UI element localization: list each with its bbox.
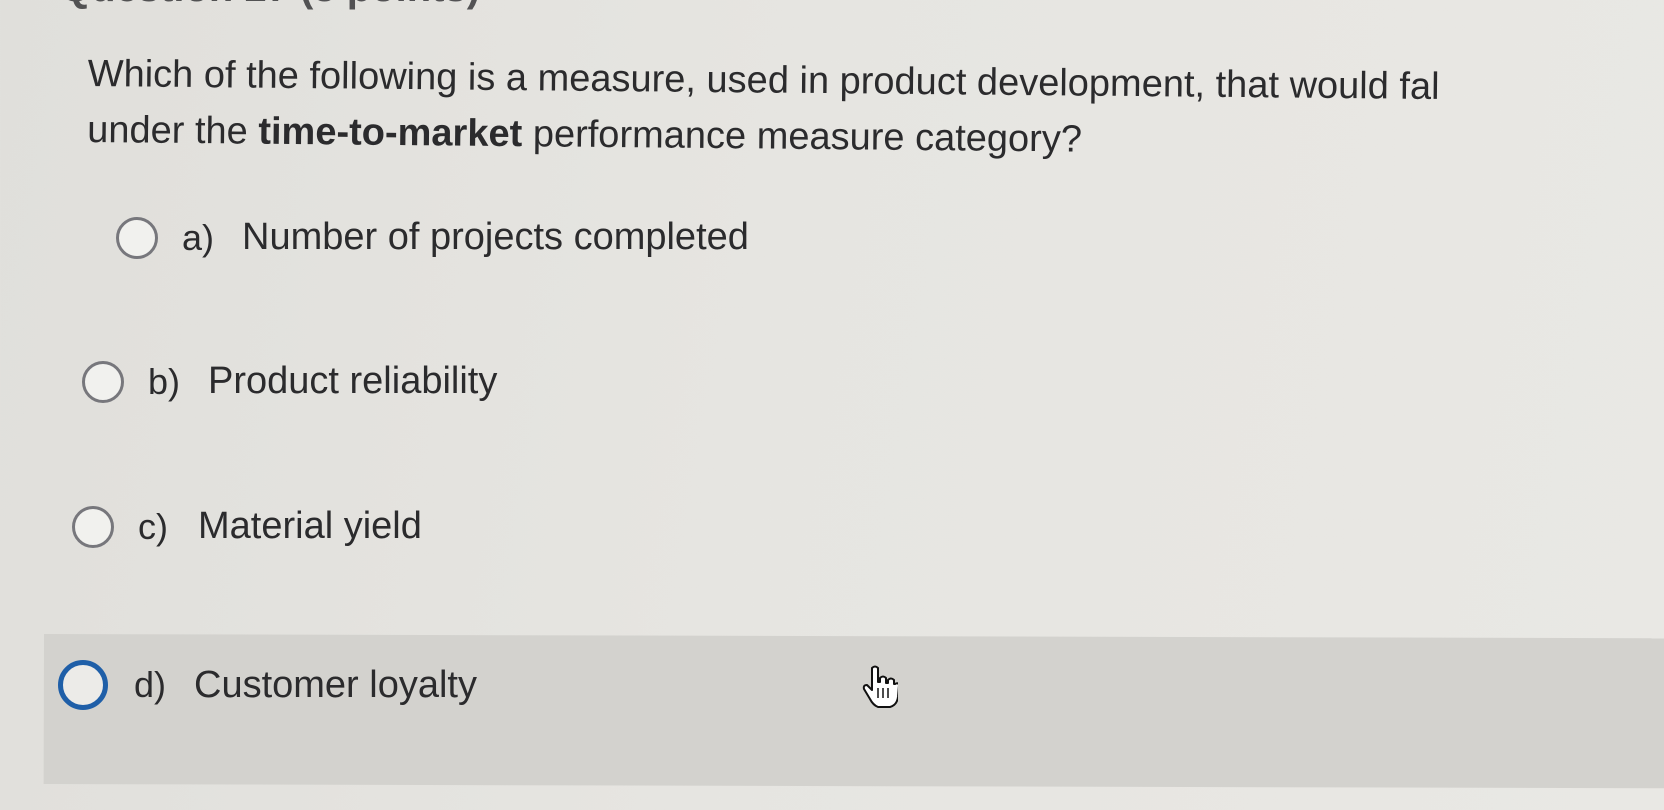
option-letter: c) [138,505,168,547]
radio-button-icon[interactable] [58,660,108,710]
option-label[interactable]: Material yield [198,505,422,548]
option-d[interactable]: d) Customer loyalty [58,660,477,710]
option-letter: a) [182,216,215,258]
option-letter: d) [134,664,167,705]
question-prompt: Which of the following is a measure, use… [87,46,1664,174]
option-a[interactable]: a) Number of projects completed [116,216,749,259]
question-header: Question 27 (3 points) [60,0,480,11]
radio-button-icon[interactable] [72,505,114,548]
question-line-2-suffix: performance measure category? [522,113,1083,161]
option-b[interactable]: b) Product reliability [82,360,497,403]
option-c[interactable]: c) Material yield [72,505,422,548]
option-label[interactable]: Product reliability [208,360,497,403]
hover-highlight-row [43,634,1664,789]
option-letter: b) [148,360,181,402]
radio-button-icon[interactable] [82,360,124,403]
question-bold-term: time-to-market [258,110,523,156]
option-label[interactable]: Customer loyalty [194,664,477,707]
hand-pointer-icon [862,665,898,708]
question-line-2-prefix: under the [86,108,259,153]
radio-button-icon[interactable] [116,216,158,259]
option-label[interactable]: Number of projects completed [242,216,749,259]
